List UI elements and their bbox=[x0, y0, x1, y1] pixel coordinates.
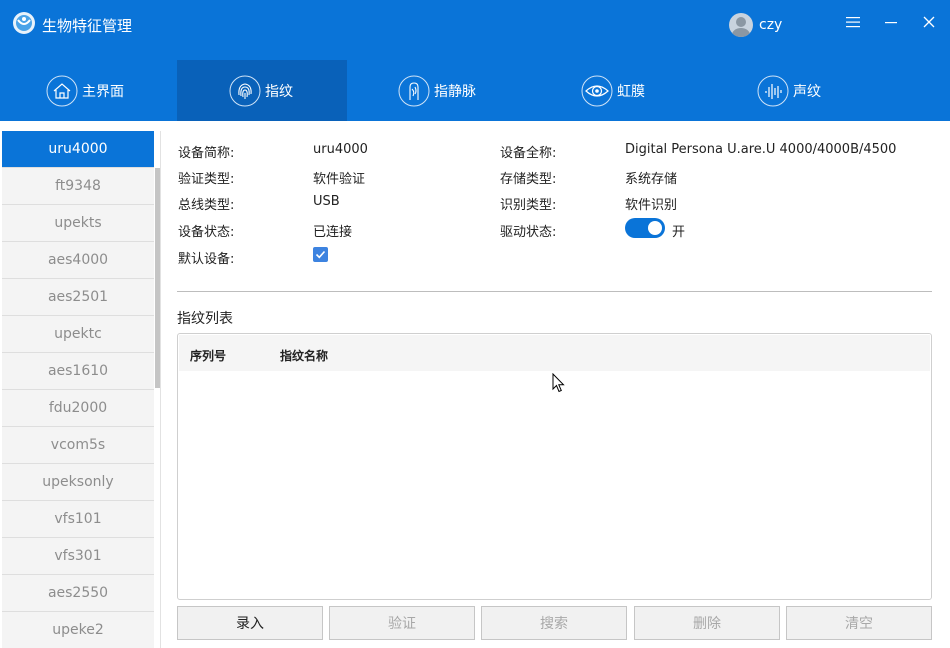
default-device-label: 默认设备: bbox=[178, 252, 235, 267]
tab-fingerprint[interactable]: 指纹 bbox=[177, 60, 347, 121]
app-logo-icon bbox=[13, 12, 35, 34]
device-item[interactable]: vcom5s bbox=[2, 427, 154, 464]
device-item[interactable]: aes2501 bbox=[2, 279, 154, 316]
tab-home-label: 主界面 bbox=[82, 83, 124, 100]
close-button[interactable] bbox=[917, 10, 941, 34]
tab-home[interactable]: 主界面 bbox=[0, 60, 177, 121]
device-item[interactable]: aes1610 bbox=[2, 353, 154, 390]
full-name-value: Digital Persona U.are.U 4000/4000B/4500 bbox=[625, 142, 897, 157]
identify-type-label: 识别类型: bbox=[500, 198, 557, 213]
title-bar: 生物特征管理 czy 主界面 指纹 指静脉 虹膜 声纹 bbox=[0, 0, 950, 121]
tab-voiceprint[interactable]: 声纹 bbox=[757, 60, 877, 121]
device-item[interactable]: upeksonly bbox=[2, 464, 154, 501]
clear-button[interactable]: 清空 bbox=[786, 606, 932, 640]
voiceprint-icon bbox=[757, 75, 789, 106]
minimize-button[interactable] bbox=[879, 10, 903, 34]
short-name-label: 设备简称: bbox=[178, 146, 235, 161]
iris-icon bbox=[581, 75, 613, 106]
fingerprint-list-title: 指纹列表 bbox=[177, 311, 233, 327]
menu-icon bbox=[846, 17, 860, 28]
driver-status-value: 开 bbox=[672, 225, 686, 240]
device-item[interactable]: aes2550 bbox=[2, 575, 154, 612]
device-item[interactable]: upekts bbox=[2, 205, 154, 242]
main-tabs: 主界面 指纹 指静脉 虹膜 声纹 bbox=[0, 60, 950, 121]
tab-iris[interactable]: 虹膜 bbox=[581, 60, 701, 121]
avatar bbox=[729, 13, 753, 37]
close-icon bbox=[923, 16, 935, 28]
driver-status-label: 驱动状态: bbox=[500, 225, 557, 240]
list-header: 序列号 指纹名称 bbox=[179, 335, 930, 371]
home-icon bbox=[46, 75, 78, 106]
enroll-button[interactable]: 录入 bbox=[177, 606, 323, 640]
divider bbox=[177, 291, 932, 292]
device-item[interactable]: ft9348 bbox=[2, 168, 154, 205]
tab-finger-vein-label: 指静脉 bbox=[434, 83, 476, 100]
verify-button[interactable]: 验证 bbox=[329, 606, 475, 640]
device-item[interactable]: aes4000 bbox=[2, 242, 154, 279]
device-item[interactable]: uru4000 bbox=[2, 131, 154, 168]
storage-type-label: 存储类型: bbox=[500, 172, 557, 187]
column-serial[interactable]: 序列号 bbox=[190, 347, 226, 364]
tab-voiceprint-label: 声纹 bbox=[793, 83, 821, 100]
device-item[interactable]: upeke2 bbox=[2, 612, 154, 648]
tab-iris-label: 虹膜 bbox=[617, 83, 645, 100]
storage-type-value: 系统存储 bbox=[625, 172, 678, 187]
device-item[interactable]: fdu2000 bbox=[2, 390, 154, 427]
tab-finger-vein[interactable]: 指静脉 bbox=[398, 60, 518, 121]
check-icon bbox=[315, 250, 326, 259]
default-device-checkbox[interactable] bbox=[313, 247, 328, 262]
device-list: uru4000 ft9348 upekts aes4000 aes2501 up… bbox=[2, 131, 161, 648]
driver-status-toggle[interactable] bbox=[625, 218, 665, 238]
fingerprint-icon bbox=[229, 75, 261, 106]
user-account[interactable]: czy bbox=[729, 12, 782, 38]
full-name-label: 设备全称: bbox=[500, 146, 557, 161]
identify-type-value: 软件识别 bbox=[625, 198, 678, 213]
delete-button[interactable]: 删除 bbox=[634, 606, 780, 640]
app-title: 生物特征管理 bbox=[42, 17, 133, 35]
minimize-icon bbox=[885, 22, 897, 24]
menu-button[interactable] bbox=[841, 10, 865, 34]
search-button[interactable]: 搜索 bbox=[481, 606, 627, 640]
verify-type-value: 软件验证 bbox=[313, 172, 366, 187]
mouse-cursor-icon bbox=[552, 373, 565, 393]
device-item[interactable]: upektc bbox=[2, 316, 154, 353]
short-name-value: uru4000 bbox=[313, 142, 368, 157]
verify-type-label: 验证类型: bbox=[178, 172, 235, 187]
device-status-label: 设备状态: bbox=[178, 225, 235, 240]
column-fingerprint-name[interactable]: 指纹名称 bbox=[280, 347, 328, 364]
device-item[interactable]: vfs101 bbox=[2, 501, 154, 538]
user-name: czy bbox=[759, 17, 783, 33]
device-item[interactable]: vfs301 bbox=[2, 538, 154, 575]
tab-fingerprint-label: 指纹 bbox=[265, 83, 293, 100]
device-status-value: 已连接 bbox=[313, 225, 353, 240]
finger-vein-icon bbox=[398, 75, 430, 106]
bus-type-label: 总线类型: bbox=[178, 198, 235, 213]
device-list-scrollbar[interactable] bbox=[155, 168, 160, 388]
bus-type-value: USB bbox=[313, 194, 340, 209]
